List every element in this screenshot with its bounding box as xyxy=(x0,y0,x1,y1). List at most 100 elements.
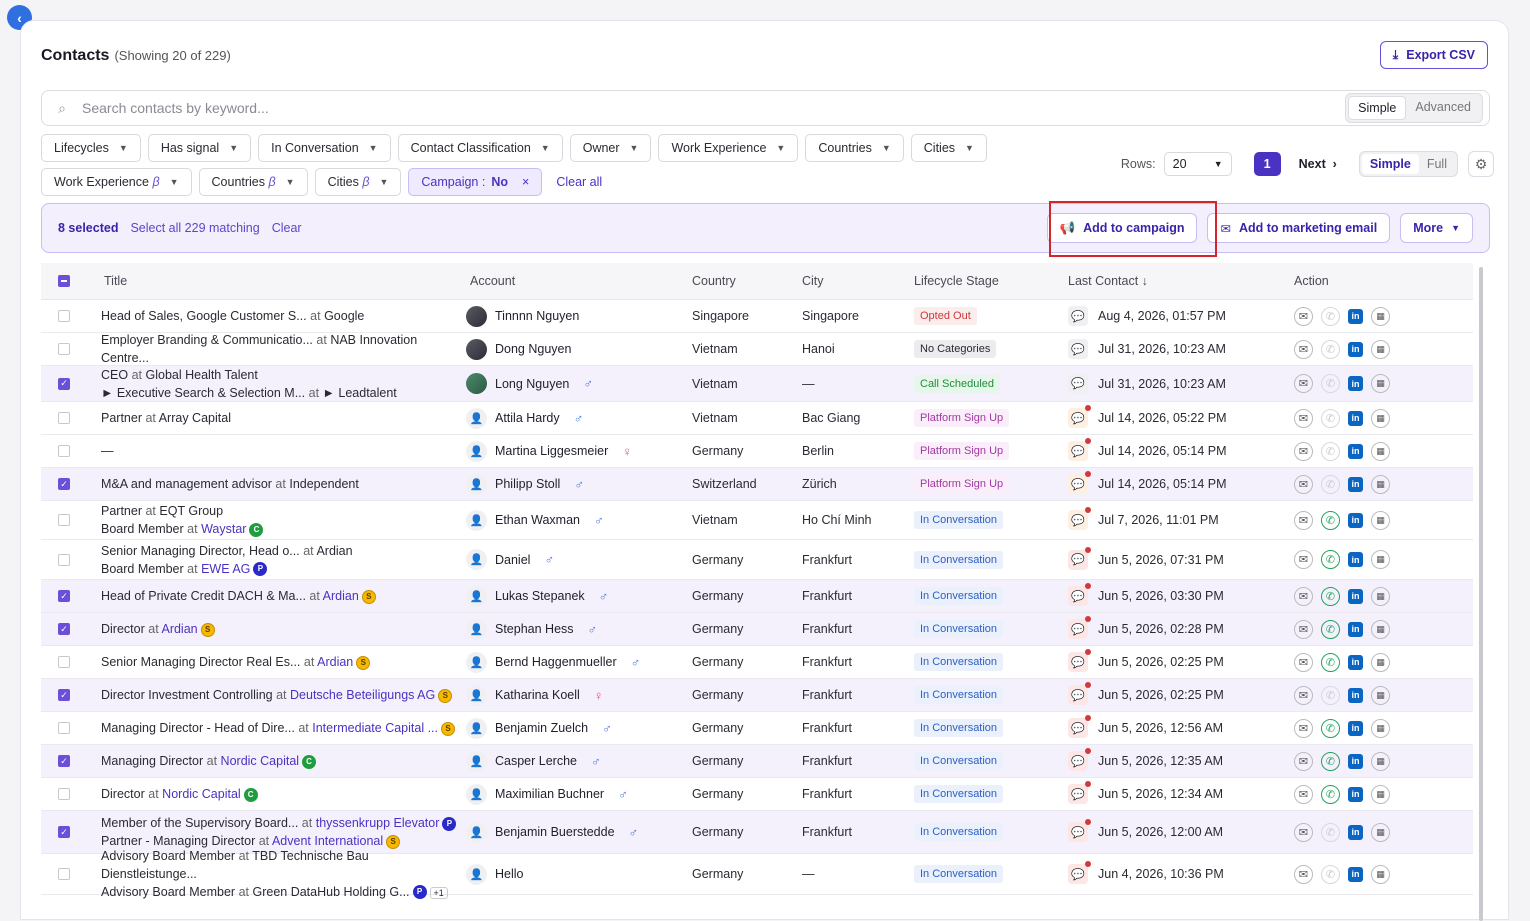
contact-account[interactable]: 👤 Hello xyxy=(466,863,692,885)
table-row[interactable]: ✓ Director Investment Controlling at Deut… xyxy=(41,679,1473,712)
row-checkbox[interactable] xyxy=(58,868,70,880)
select-all-link[interactable]: Select all 229 matching xyxy=(130,221,259,235)
export-csv-button[interactable]: ⤓ Export CSV xyxy=(1379,41,1488,69)
filter-cities[interactable]: Cities ▼ xyxy=(910,134,987,162)
page-1-button[interactable]: 1 xyxy=(1253,152,1281,176)
email-icon[interactable]: ✉ xyxy=(1294,550,1313,569)
chat-icon[interactable]: 💬 xyxy=(1068,715,1091,738)
email-icon[interactable]: ✉ xyxy=(1294,652,1313,672)
col-last-contact[interactable]: Last Contact ↓ xyxy=(1068,274,1294,288)
add-to-marketing-email-button[interactable]: ✉ Add to marketing email xyxy=(1207,213,1391,243)
chat-icon[interactable]: 💬 xyxy=(1068,546,1091,570)
whatsapp-icon[interactable]: ✆ xyxy=(1321,306,1340,326)
table-row[interactable]: Employer Branding & Communicatio... at N… xyxy=(41,333,1473,366)
row-checkbox[interactable] xyxy=(58,656,70,668)
email-icon[interactable]: ✉ xyxy=(1294,784,1313,804)
table-row[interactable]: Senior Managing Director, Head o... at A… xyxy=(41,540,1473,580)
linkedin-icon[interactable]: in xyxy=(1348,552,1363,567)
more-button[interactable]: More ▼ xyxy=(1400,213,1473,243)
contact-account[interactable]: 👤 Philipp Stoll ♂ xyxy=(466,473,692,495)
linkedin-icon[interactable]: in xyxy=(1348,476,1363,492)
filter-work-experience[interactable]: Work Experience ▼ xyxy=(658,134,799,162)
filter-beta-cities[interactable]: Cities β ▼ xyxy=(314,168,402,196)
contact-account[interactable]: 👤 Bernd Haggenmueller ♂ xyxy=(466,651,692,673)
table-row[interactable]: Partner at Array Capital 👤 Attila Hardy ♂ Vi… xyxy=(41,402,1473,435)
email-icon[interactable]: ✉ xyxy=(1294,374,1313,393)
row-checkbox[interactable] xyxy=(58,310,70,322)
calendar-icon[interactable]: ▦ xyxy=(1371,864,1390,884)
linkedin-icon[interactable]: in xyxy=(1348,720,1363,736)
whatsapp-icon[interactable]: ✆ xyxy=(1321,441,1340,461)
contact-account[interactable]: 👤 Lukas Stepanek ♂ xyxy=(466,585,692,607)
row-checkbox[interactable] xyxy=(58,722,70,734)
filter-has-signal[interactable]: Has signal ▼ xyxy=(147,134,252,162)
linkedin-icon[interactable]: in xyxy=(1348,753,1363,769)
whatsapp-icon[interactable]: ✆ xyxy=(1321,822,1340,842)
calendar-icon[interactable]: ▦ xyxy=(1371,441,1390,461)
calendar-icon[interactable]: ▦ xyxy=(1371,685,1390,705)
company-link[interactable]: Nordic Capital xyxy=(162,787,241,801)
chat-icon[interactable]: 💬 xyxy=(1068,861,1091,884)
table-row[interactable]: ✓ Managing Director at Nordic Capital C 👤 Ca… xyxy=(41,745,1473,778)
row-checkbox[interactable] xyxy=(58,553,70,566)
linkedin-icon[interactable]: in xyxy=(1348,376,1363,391)
whatsapp-icon[interactable]: ✆ xyxy=(1321,550,1340,569)
contact-account[interactable]: Dong Nguyen xyxy=(466,338,692,360)
linkedin-icon[interactable]: in xyxy=(1348,654,1363,670)
linkedin-icon[interactable]: in xyxy=(1348,443,1363,459)
table-row[interactable]: — 👤 Martina Liggesmeier ♀ Germany Berlin Platf… xyxy=(41,435,1473,468)
col-title[interactable]: Title xyxy=(87,272,466,290)
email-icon[interactable]: ✉ xyxy=(1294,864,1313,884)
clear-selection-link[interactable]: Clear xyxy=(272,221,302,235)
table-row[interactable]: ✓ Director at Ardian S 👤 Stephan Hess ♂ German… xyxy=(41,613,1473,646)
search-mode-simple[interactable]: Simple xyxy=(1348,96,1407,120)
contact-account[interactable]: 👤 Katharina Koell ♀ xyxy=(466,684,692,706)
chat-icon[interactable]: 💬 xyxy=(1068,339,1088,359)
linkedin-icon[interactable]: in xyxy=(1348,824,1363,840)
table-row[interactable]: ✓ M&A and management advisor at Independe… xyxy=(41,468,1473,501)
rows-select[interactable]: 20 ▼ xyxy=(1163,152,1232,176)
contact-account[interactable]: 👤 Maximilian Buchner ♂ xyxy=(466,783,692,805)
table-row[interactable]: ✓ CEO at Global Health Talent ► Executive … xyxy=(41,366,1473,402)
calendar-icon[interactable]: ▦ xyxy=(1371,306,1390,326)
search-input[interactable]: Search contacts by keyword... xyxy=(82,100,1345,116)
chat-icon[interactable]: 💬 xyxy=(1068,471,1091,494)
whatsapp-icon[interactable]: ✆ xyxy=(1321,652,1340,672)
row-checkbox[interactable]: ✓ xyxy=(58,689,70,701)
contact-account[interactable]: 👤 Benjamin Buerstedde ♂ xyxy=(466,821,692,843)
calendar-icon[interactable]: ▦ xyxy=(1371,474,1390,494)
col-city[interactable]: City xyxy=(802,274,914,288)
whatsapp-icon[interactable]: ✆ xyxy=(1321,339,1340,359)
whatsapp-icon[interactable]: ✆ xyxy=(1321,751,1340,771)
contact-account[interactable]: 👤 Martina Liggesmeier ♀ xyxy=(466,440,692,462)
close-icon[interactable]: × xyxy=(522,175,529,189)
row-checkbox[interactable] xyxy=(58,514,70,526)
email-icon[interactable]: ✉ xyxy=(1294,586,1313,606)
col-lifecycle[interactable]: Lifecycle Stage xyxy=(914,274,1068,288)
vertical-scrollbar[interactable] xyxy=(1479,267,1483,921)
calendar-icon[interactable]: ▦ xyxy=(1371,586,1390,606)
email-icon[interactable]: ✉ xyxy=(1294,685,1313,705)
calendar-icon[interactable]: ▦ xyxy=(1371,822,1390,842)
company-link[interactable]: Waystar xyxy=(201,522,246,536)
table-row[interactable]: Head of Sales, Google Customer S... at G… xyxy=(41,300,1473,333)
calendar-icon[interactable]: ▦ xyxy=(1371,550,1390,569)
contact-account[interactable]: 👤 Attila Hardy ♂ xyxy=(466,407,692,429)
chat-icon[interactable]: 💬 xyxy=(1068,373,1088,394)
contact-account[interactable]: 👤 Casper Lerche ♂ xyxy=(466,750,692,772)
more-companies-badge[interactable]: +1 xyxy=(429,886,448,899)
email-icon[interactable]: ✉ xyxy=(1294,718,1313,738)
next-page-button[interactable]: Next › xyxy=(1299,157,1337,171)
company-link[interactable]: Deutsche Beteiligungs AG xyxy=(290,688,435,702)
whatsapp-icon[interactable]: ✆ xyxy=(1321,586,1340,606)
filter-countries[interactable]: Countries ▼ xyxy=(805,134,904,162)
email-icon[interactable]: ✉ xyxy=(1294,306,1313,326)
linkedin-icon[interactable]: in xyxy=(1348,410,1363,426)
chat-icon[interactable]: 💬 xyxy=(1068,781,1091,804)
row-checkbox[interactable]: ✓ xyxy=(58,826,70,838)
calendar-icon[interactable]: ▦ xyxy=(1371,751,1390,771)
contact-account[interactable]: Tinnnn Nguyen xyxy=(466,305,692,327)
whatsapp-icon[interactable]: ✆ xyxy=(1321,408,1340,428)
row-checkbox[interactable]: ✓ xyxy=(58,590,70,602)
linkedin-icon[interactable]: in xyxy=(1348,621,1363,637)
